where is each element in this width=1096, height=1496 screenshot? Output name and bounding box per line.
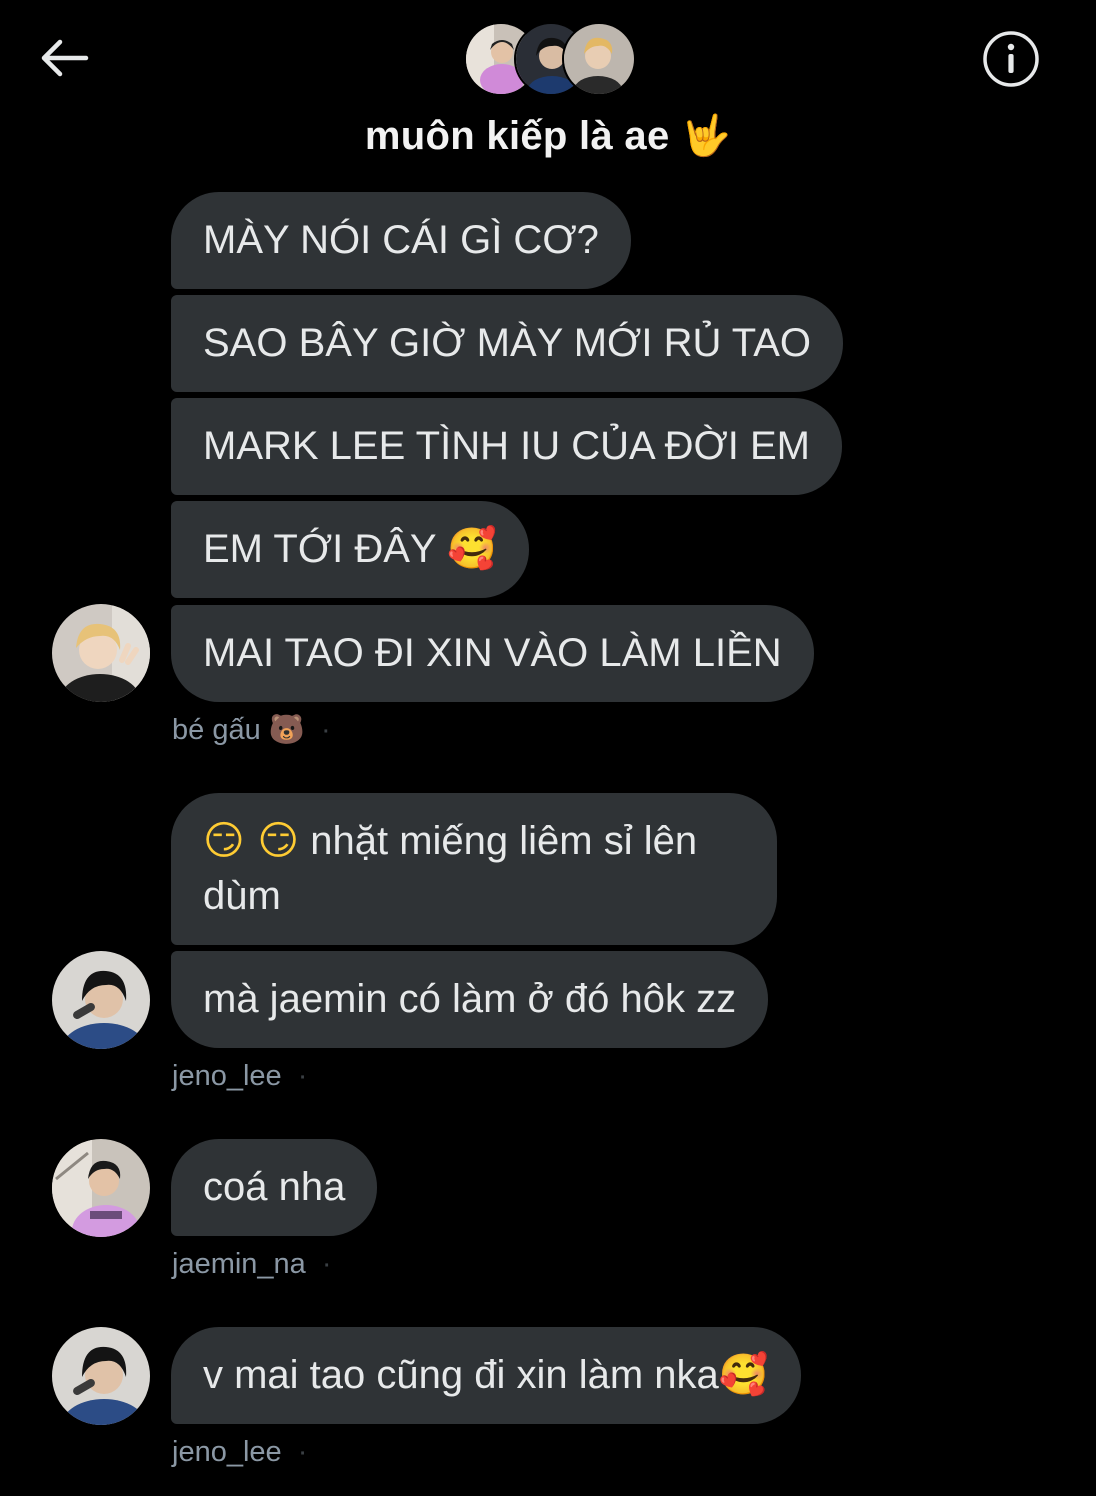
sender-name: jaemin_na [172, 1248, 306, 1280]
meta-separator: · [320, 714, 331, 746]
sender-meta[interactable]: bé gấu 🐻 · [172, 712, 331, 747]
sender-avatar[interactable] [52, 604, 150, 702]
info-circle-icon [983, 31, 1039, 87]
message-bubble[interactable]: SAO BÂY GIỜ MÀY MỚI RỦ TAO [171, 295, 843, 392]
conversation-title[interactable]: muôn kiếp là ae 🤟 [0, 112, 1096, 159]
sender-avatar[interactable] [52, 1139, 150, 1237]
message-bubble[interactable]: EM TỚI ĐÂY 🥰 [171, 501, 529, 598]
message-text: mà jaemin có làm ở đó hôk zz [203, 977, 737, 1021]
group-avatar-3 [562, 22, 636, 96]
sender-name: jeno_lee [172, 1436, 282, 1468]
smirk-emoji-icon: 😏 😏 [203, 818, 300, 864]
rock-on-emoji-icon: 🤟 [680, 113, 732, 159]
message-bubble[interactable]: 😏 😏 nhặt miếng liêm sỉ lên dùm [171, 793, 777, 945]
message-text: MAI TAO ĐI XIN VÀO LÀM LIỀN [203, 631, 782, 675]
meta-separator: · [321, 1248, 332, 1280]
conversation-title-text: muôn kiếp là ae [364, 114, 670, 158]
message-bubble[interactable]: v mai tao cũng đi xin làm nka🥰 [171, 1327, 801, 1424]
group-avatars[interactable] [464, 22, 636, 96]
sender-meta[interactable]: jeno_lee · [172, 1060, 307, 1093]
conversation-header: muôn kiếp là ae 🤟 [0, 0, 1096, 190]
sender-meta[interactable]: jaemin_na · [172, 1248, 332, 1281]
meta-separator: · [297, 1060, 308, 1092]
arrow-left-icon [41, 39, 89, 77]
message-text: SAO BÂY GIỜ MÀY MỚI RỦ TAO [203, 321, 811, 365]
message-text: v mai tao cũng đi xin làm nka [203, 1353, 719, 1397]
sender-name: bé gấu [172, 714, 261, 746]
message-bubble[interactable]: MÀY NÓI CÁI GÌ CƠ? [171, 192, 631, 289]
message-bubble[interactable]: coá nha [171, 1139, 378, 1236]
info-button[interactable] [982, 30, 1040, 88]
message-bubble[interactable]: MARK LEE TÌNH IU CỦA ĐỜI EM [171, 398, 842, 495]
sender-name: jeno_lee [172, 1060, 282, 1092]
sender-avatar[interactable] [52, 1327, 150, 1425]
message-text: coá nha [203, 1165, 346, 1209]
meta-separator: · [297, 1436, 308, 1468]
sender-meta[interactable]: jeno_lee · [172, 1436, 307, 1469]
message-bubble[interactable]: MAI TAO ĐI XIN VÀO LÀM LIỀN [171, 605, 814, 702]
back-button[interactable] [38, 36, 90, 80]
message-text: MARK LEE TÌNH IU CỦA ĐỜI EM [203, 424, 810, 468]
message-bubble[interactable]: mà jaemin có làm ở đó hôk zz [171, 951, 769, 1048]
message-text: EM TỚI ĐÂY [203, 527, 436, 571]
message-text: MÀY NÓI CÁI GÌ CƠ? [203, 218, 599, 262]
bear-emoji-icon: 🐻 [268, 712, 305, 746]
smiling-hearts-emoji-icon: 🥰 [718, 1352, 769, 1398]
sender-avatar[interactable] [52, 951, 150, 1049]
smiling-hearts-emoji-icon: 🥰 [447, 526, 497, 572]
